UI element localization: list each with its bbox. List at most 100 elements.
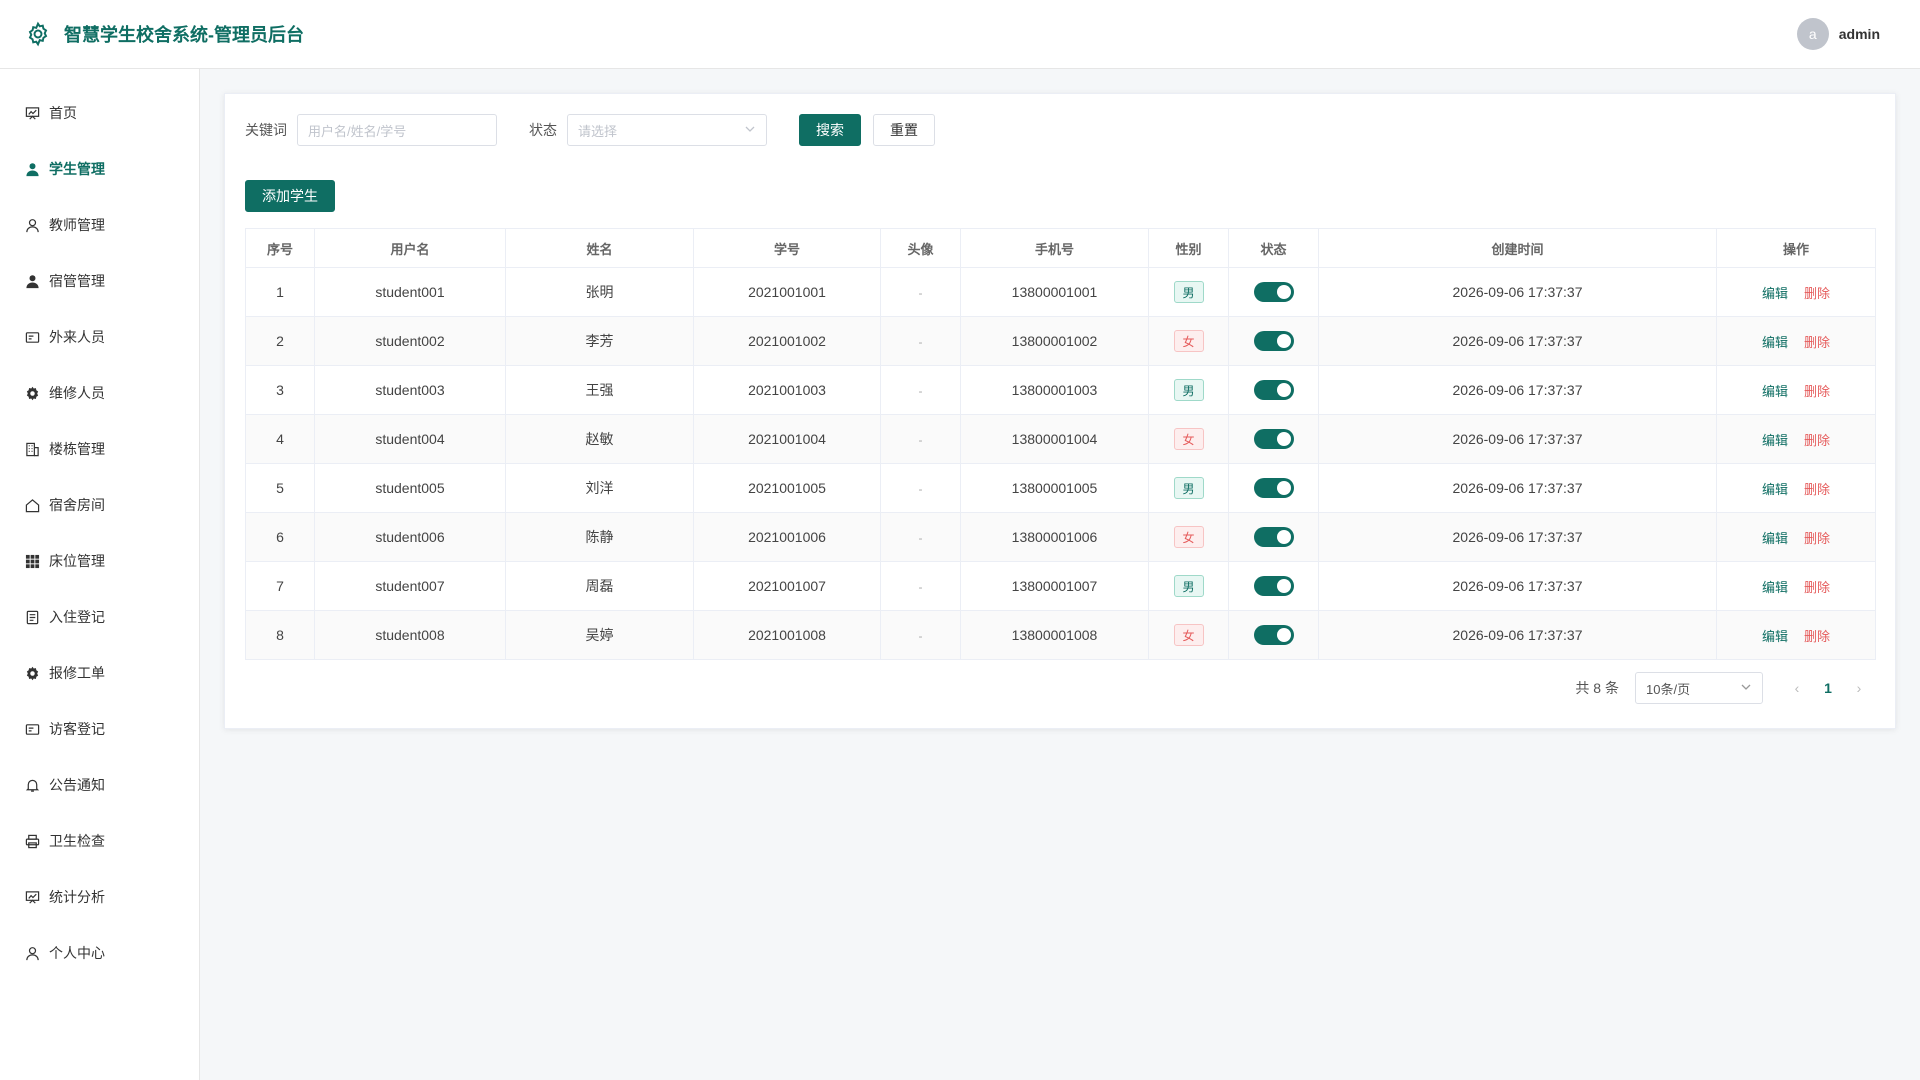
delete-button[interactable]: 删除 xyxy=(1804,286,1830,301)
toolbar: 添加学生 xyxy=(245,180,1875,212)
gender-tag: 女 xyxy=(1173,526,1204,548)
sidebar-item-0[interactable]: 首页 xyxy=(0,85,199,141)
sidebar-item-13[interactable]: 卫生检查 xyxy=(0,813,199,869)
edit-button[interactable]: 编辑 xyxy=(1762,335,1788,350)
table-row[interactable]: 2 student002 李芳 2021001002 - 13800001002 女 2026… xyxy=(245,316,1876,366)
cell-username: student006 xyxy=(314,512,506,562)
table-row[interactable]: 7 student007 周磊 2021001007 - 13800001007 男 2026… xyxy=(245,561,1876,611)
content-card: 关键词 用户名/姓名/学号 状态 请选择 搜索 重置 添加学生 序号 用户名 姓… xyxy=(224,93,1896,729)
table-row[interactable]: 3 student003 王强 2021001003 - 13800001003 男 2026… xyxy=(245,365,1876,415)
prev-page-icon[interactable]: ‹ xyxy=(1781,680,1813,696)
sidebar-item-5[interactable]: 维修人员 xyxy=(0,365,199,421)
add-student-button[interactable]: 添加学生 xyxy=(245,180,335,212)
sidebar-item-6[interactable]: 楼栋管理 xyxy=(0,421,199,477)
table-row[interactable]: 8 student008 吴婷 2021001008 - 13800001008 女 2026… xyxy=(245,610,1876,660)
table-row[interactable]: 6 student006 陈静 2021001006 - 13800001006 女 2026… xyxy=(245,512,1876,562)
status-label: 状态 xyxy=(529,122,557,138)
sidebar-item-11[interactable]: 访客登记 xyxy=(0,701,199,757)
delete-button[interactable]: 删除 xyxy=(1804,629,1830,644)
cell-phone: 13800001003 xyxy=(960,365,1149,415)
status-select[interactable]: 请选择 xyxy=(567,114,767,146)
column-header: 用户名 xyxy=(314,228,506,268)
sidebar-item-8[interactable]: 床位管理 xyxy=(0,533,199,589)
sidebar-item-label: 卫生检查 xyxy=(49,833,105,849)
sidebar-item-7[interactable]: 宿舍房间 xyxy=(0,477,199,533)
edit-button[interactable]: 编辑 xyxy=(1762,482,1788,497)
delete-button[interactable]: 删除 xyxy=(1804,580,1830,595)
edit-button[interactable]: 编辑 xyxy=(1762,384,1788,399)
edit-button[interactable]: 编辑 xyxy=(1762,580,1788,595)
cell-status xyxy=(1228,463,1319,513)
sidebar-item-10[interactable]: 报修工单 xyxy=(0,645,199,701)
sidebar-item-14[interactable]: 统计分析 xyxy=(0,869,199,925)
delete-button[interactable]: 删除 xyxy=(1804,433,1830,448)
user-icon xyxy=(24,273,40,289)
cell-created: 2026-09-06 17:37:37 xyxy=(1318,512,1717,562)
delete-button[interactable]: 删除 xyxy=(1804,335,1830,350)
cell-created: 2026-09-06 17:37:37 xyxy=(1318,316,1717,366)
edit-button[interactable]: 编辑 xyxy=(1762,629,1788,644)
cell-name: 赵敏 xyxy=(505,414,694,464)
cell-no: 7 xyxy=(245,561,315,611)
table-row[interactable]: 5 student005 刘洋 2021001005 - 13800001005 男 2026… xyxy=(245,463,1876,513)
table-row[interactable]: 1 student001 张明 2021001001 - 13800001001 男 2026… xyxy=(245,267,1876,317)
cell-avatar: - xyxy=(880,610,961,660)
cell-phone: 13800001001 xyxy=(960,267,1149,317)
sidebar-item-1[interactable]: 学生管理 xyxy=(0,141,199,197)
delete-button[interactable]: 删除 xyxy=(1804,482,1830,497)
cell-name: 李芳 xyxy=(505,316,694,366)
cell-username: student004 xyxy=(314,414,506,464)
sidebar-item-label: 维修人员 xyxy=(49,385,105,401)
keyword-input[interactable]: 用户名/姓名/学号 xyxy=(297,114,497,146)
user-menu[interactable]: a admin xyxy=(1796,18,1880,50)
page-number-current[interactable]: 1 xyxy=(1813,680,1843,696)
gender-tag: 男 xyxy=(1173,477,1204,499)
status-placeholder: 请选择 xyxy=(578,123,618,139)
sidebar-item-12[interactable]: 公告通知 xyxy=(0,757,199,813)
gender-tag: 女 xyxy=(1173,330,1204,352)
sidebar-item-3[interactable]: 宿管管理 xyxy=(0,253,199,309)
edit-button[interactable]: 编辑 xyxy=(1762,286,1788,301)
status-toggle[interactable] xyxy=(1253,576,1294,596)
status-toggle[interactable] xyxy=(1253,380,1294,400)
reset-button[interactable]: 重置 xyxy=(873,114,935,146)
gender-tag: 男 xyxy=(1173,281,1204,303)
sidebar-item-15[interactable]: 个人中心 xyxy=(0,925,199,981)
chevron-down-icon xyxy=(744,123,756,138)
search-button[interactable]: 搜索 xyxy=(799,114,861,146)
delete-button[interactable]: 删除 xyxy=(1804,531,1830,546)
sidebar-item-2[interactable]: 教师管理 xyxy=(0,197,199,253)
status-toggle[interactable] xyxy=(1253,478,1294,498)
sidebar-item-4[interactable]: 外来人员 xyxy=(0,309,199,365)
gender-tag: 男 xyxy=(1173,379,1204,401)
avatar[interactable]: a xyxy=(1796,18,1829,50)
delete-button[interactable]: 删除 xyxy=(1804,384,1830,399)
cell-student-id: 2021001002 xyxy=(693,316,881,366)
status-toggle[interactable] xyxy=(1253,331,1294,351)
cell-username: student001 xyxy=(314,267,506,317)
gender-tag: 女 xyxy=(1173,428,1204,450)
gender-tag: 女 xyxy=(1173,624,1204,646)
status-toggle[interactable] xyxy=(1253,527,1294,547)
status-toggle[interactable] xyxy=(1253,625,1294,645)
cell-student-id: 2021001003 xyxy=(693,365,881,415)
status-toggle[interactable] xyxy=(1253,429,1294,449)
cell-gender: 男 xyxy=(1148,561,1229,611)
page-size-select[interactable]: 10条/页 xyxy=(1635,672,1763,704)
cell-avatar: - xyxy=(880,267,961,317)
cell-created: 2026-09-06 17:37:37 xyxy=(1318,414,1717,464)
table-row[interactable]: 4 student004 赵敏 2021001004 - 13800001004 女 2026… xyxy=(245,414,1876,464)
sidebar-item-label: 入住登记 xyxy=(49,609,105,625)
edit-button[interactable]: 编辑 xyxy=(1762,433,1788,448)
avatar-placeholder: - xyxy=(918,433,923,447)
username[interactable]: admin xyxy=(1839,26,1880,42)
cell-username: student007 xyxy=(314,561,506,611)
edit-button[interactable]: 编辑 xyxy=(1762,531,1788,546)
cell-no: 1 xyxy=(245,267,315,317)
status-toggle[interactable] xyxy=(1253,282,1294,302)
cell-actions: 编辑 删除 xyxy=(1716,414,1876,464)
document-icon xyxy=(24,609,40,625)
sidebar-item-9[interactable]: 入住登记 xyxy=(0,589,199,645)
next-page-icon[interactable]: › xyxy=(1843,680,1875,696)
sidebar-item-label: 报修工单 xyxy=(49,665,105,681)
